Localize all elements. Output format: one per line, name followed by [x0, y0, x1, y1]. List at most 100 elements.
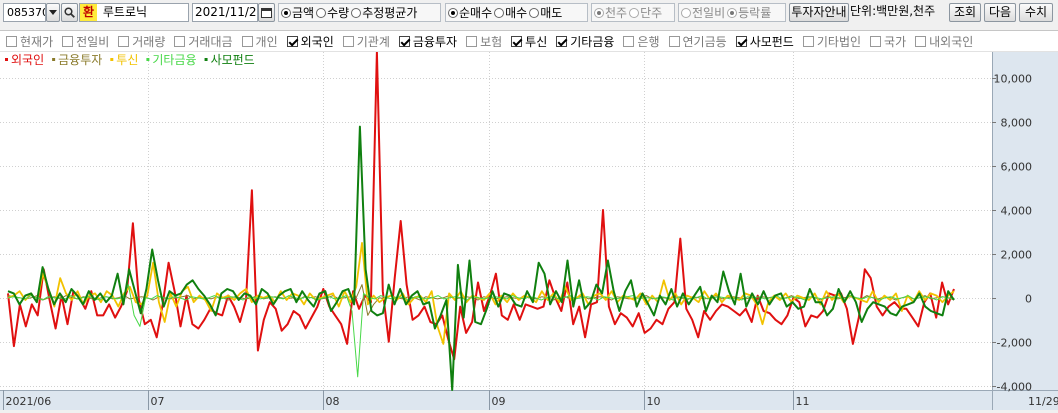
radio-radio-group3-0[interactable]: 천주 [594, 4, 627, 21]
filter-checkbox-label: 개인 [255, 34, 278, 49]
stock-code-input[interactable]: 085370 [3, 3, 46, 22]
legend-marker [146, 58, 150, 61]
radio-radio-group4-0[interactable]: 전일비 [681, 4, 725, 21]
filter-checkbox-label: 거래대금 [188, 34, 233, 49]
radio-dot [281, 7, 291, 18]
filter-checkbox-6[interactable]: 기관계 [342, 33, 390, 50]
share-unit-radio-group: 천주 단주 [591, 3, 675, 22]
checkbox-box [623, 35, 635, 47]
toolbar: 085370 환 루트로닉 2021/11/29 금액 수량 추정평균가 순매수 매수… [0, 0, 1058, 26]
filter-checkbox-label: 거래량 [132, 34, 166, 49]
filter-checkbox-7[interactable]: 금융투자 [398, 33, 458, 50]
filter-checkbox-label: 금융투자 [412, 34, 458, 49]
next-button[interactable]: 다음 [984, 3, 1016, 22]
calendar-icon [261, 8, 272, 18]
filter-checkbox-14[interactable]: 기타법인 [802, 33, 861, 50]
checkbox-box [735, 35, 747, 47]
y-tick-label: 8,000 [1001, 117, 1033, 130]
radio-radio-group1-0[interactable]: 금액 [281, 4, 314, 21]
filter-checkbox-8[interactable]: 보험 [466, 33, 502, 50]
radio-radio-group1-2[interactable]: 추정평균가 [351, 4, 417, 21]
stock-code-dropdown-button[interactable] [46, 3, 60, 22]
radio-radio-group3-1[interactable]: 단주 [629, 4, 662, 21]
legend-marker [110, 58, 114, 61]
filter-checkbox-10[interactable]: 기타금융 [556, 33, 614, 50]
y-tick-label: 0 [1025, 293, 1032, 306]
filter-checkbox-4[interactable]: 개인 [241, 33, 278, 50]
x-tick-label: 08 [326, 395, 340, 408]
date-input[interactable]: 2021/11/29 [192, 3, 258, 22]
radio-radio-group4-1[interactable]: 등락률 [727, 4, 771, 21]
radio-dot [494, 7, 505, 18]
investor-filter-bar: 현재가 전일비 거래량 거래대금 개인 외국인 기관계 금융투자 보험 투신 기타금융 은행 연기금등 사… [0, 30, 1058, 52]
checkbox-box [556, 35, 568, 47]
trade-type-radio-group: 순매수 매수 매도 [445, 3, 588, 22]
filter-checkbox-0[interactable]: 현재가 [6, 33, 53, 50]
checkbox-box [118, 35, 130, 47]
filter-checkbox-12[interactable]: 연기금등 [668, 33, 727, 50]
checkbox-box [511, 35, 523, 47]
stock-search-button[interactable] [61, 3, 78, 22]
radio-radio-group1-1[interactable]: 수량 [316, 4, 349, 21]
checkbox-box [286, 35, 298, 47]
checkbox-box [174, 35, 186, 47]
exchange-badge: 환 [80, 4, 98, 21]
checkbox-box [241, 35, 253, 47]
radio-dot [629, 7, 640, 18]
filter-checkbox-2[interactable]: 거래량 [118, 33, 165, 50]
checkbox-box [802, 35, 814, 47]
legend-item-2: 투신 [116, 53, 138, 67]
radio-radio-group2-1[interactable]: 매수 [494, 4, 527, 21]
checkbox-box [668, 35, 680, 47]
filter-checkbox-3[interactable]: 거래대금 [174, 33, 233, 50]
filter-checkbox-13[interactable]: 사모펀드 [735, 33, 794, 50]
filter-checkbox-label: 현재가 [20, 34, 54, 49]
radio-dot [529, 7, 540, 18]
radio-dot [681, 7, 691, 18]
legend-marker [52, 58, 56, 61]
radio-label: 금액 [292, 6, 315, 20]
y-tick-label: -4,000 [997, 381, 1032, 394]
filter-checkbox-label: 사모펀드 [749, 34, 794, 49]
legend-item-3: 기타금융 [152, 53, 196, 67]
checkbox-box [870, 35, 882, 47]
investor-guide-button[interactable]: 투자자안내 [789, 3, 849, 22]
calendar-button[interactable] [258, 3, 275, 22]
y-tick-label: 6,000 [1001, 161, 1033, 174]
filter-checkbox-1[interactable]: 전일비 [62, 33, 109, 50]
investor-net-buy-chart: -4,000 -2,000 0 2,000 4,000 6,000 8,000 10,000 2… [0, 51, 1058, 410]
radio-radio-group2-2[interactable]: 매도 [529, 4, 562, 21]
chart-svg: -4,000 -2,000 0 2,000 4,000 6,000 8,000 10,000 2… [0, 51, 1058, 410]
radio-dot [448, 7, 458, 18]
radio-dot [316, 7, 327, 18]
radio-dot [594, 7, 604, 18]
filter-checkbox-5[interactable]: 외국인 [286, 33, 334, 50]
search-button[interactable]: 조회 [949, 3, 981, 22]
checkbox-box [62, 35, 74, 47]
x-tick-label: 11 [796, 395, 810, 408]
filter-checkbox-9[interactable]: 투신 [511, 33, 547, 50]
filter-checkbox-label: 외국인 [300, 34, 334, 49]
values-button[interactable]: 수치 [1019, 3, 1053, 22]
filter-checkbox-label: 은행 [637, 34, 660, 49]
filter-checkbox-11[interactable]: 은행 [623, 33, 660, 50]
radio-radio-group2-0[interactable]: 순매수 [448, 4, 492, 21]
filter-checkbox-label: 보험 [480, 34, 503, 49]
checkbox-box [915, 35, 927, 47]
legend-item-0: 외국인 [11, 53, 44, 67]
filter-checkbox-15[interactable]: 국가 [870, 33, 906, 50]
triangle-down-icon [49, 10, 57, 15]
filter-checkbox-label: 투신 [525, 34, 548, 49]
radio-label: 등락률 [738, 6, 772, 20]
radio-label: 단주 [640, 6, 663, 20]
legend-marker [5, 58, 8, 61]
x-tick-label: 09 [492, 395, 506, 408]
stock-name-field[interactable]: 환 루트로닉 [79, 3, 189, 22]
y-tick-label: -2,000 [997, 337, 1032, 350]
y-tick-label: 4,000 [1001, 205, 1033, 218]
radio-label: 전일비 [692, 6, 726, 20]
magnifier-icon [64, 7, 75, 18]
change-type-radio-group: 전일비 등락률 [678, 3, 786, 22]
y-tick-label: 2,000 [1001, 249, 1033, 262]
filter-checkbox-16[interactable]: 내외국인 [915, 33, 973, 50]
